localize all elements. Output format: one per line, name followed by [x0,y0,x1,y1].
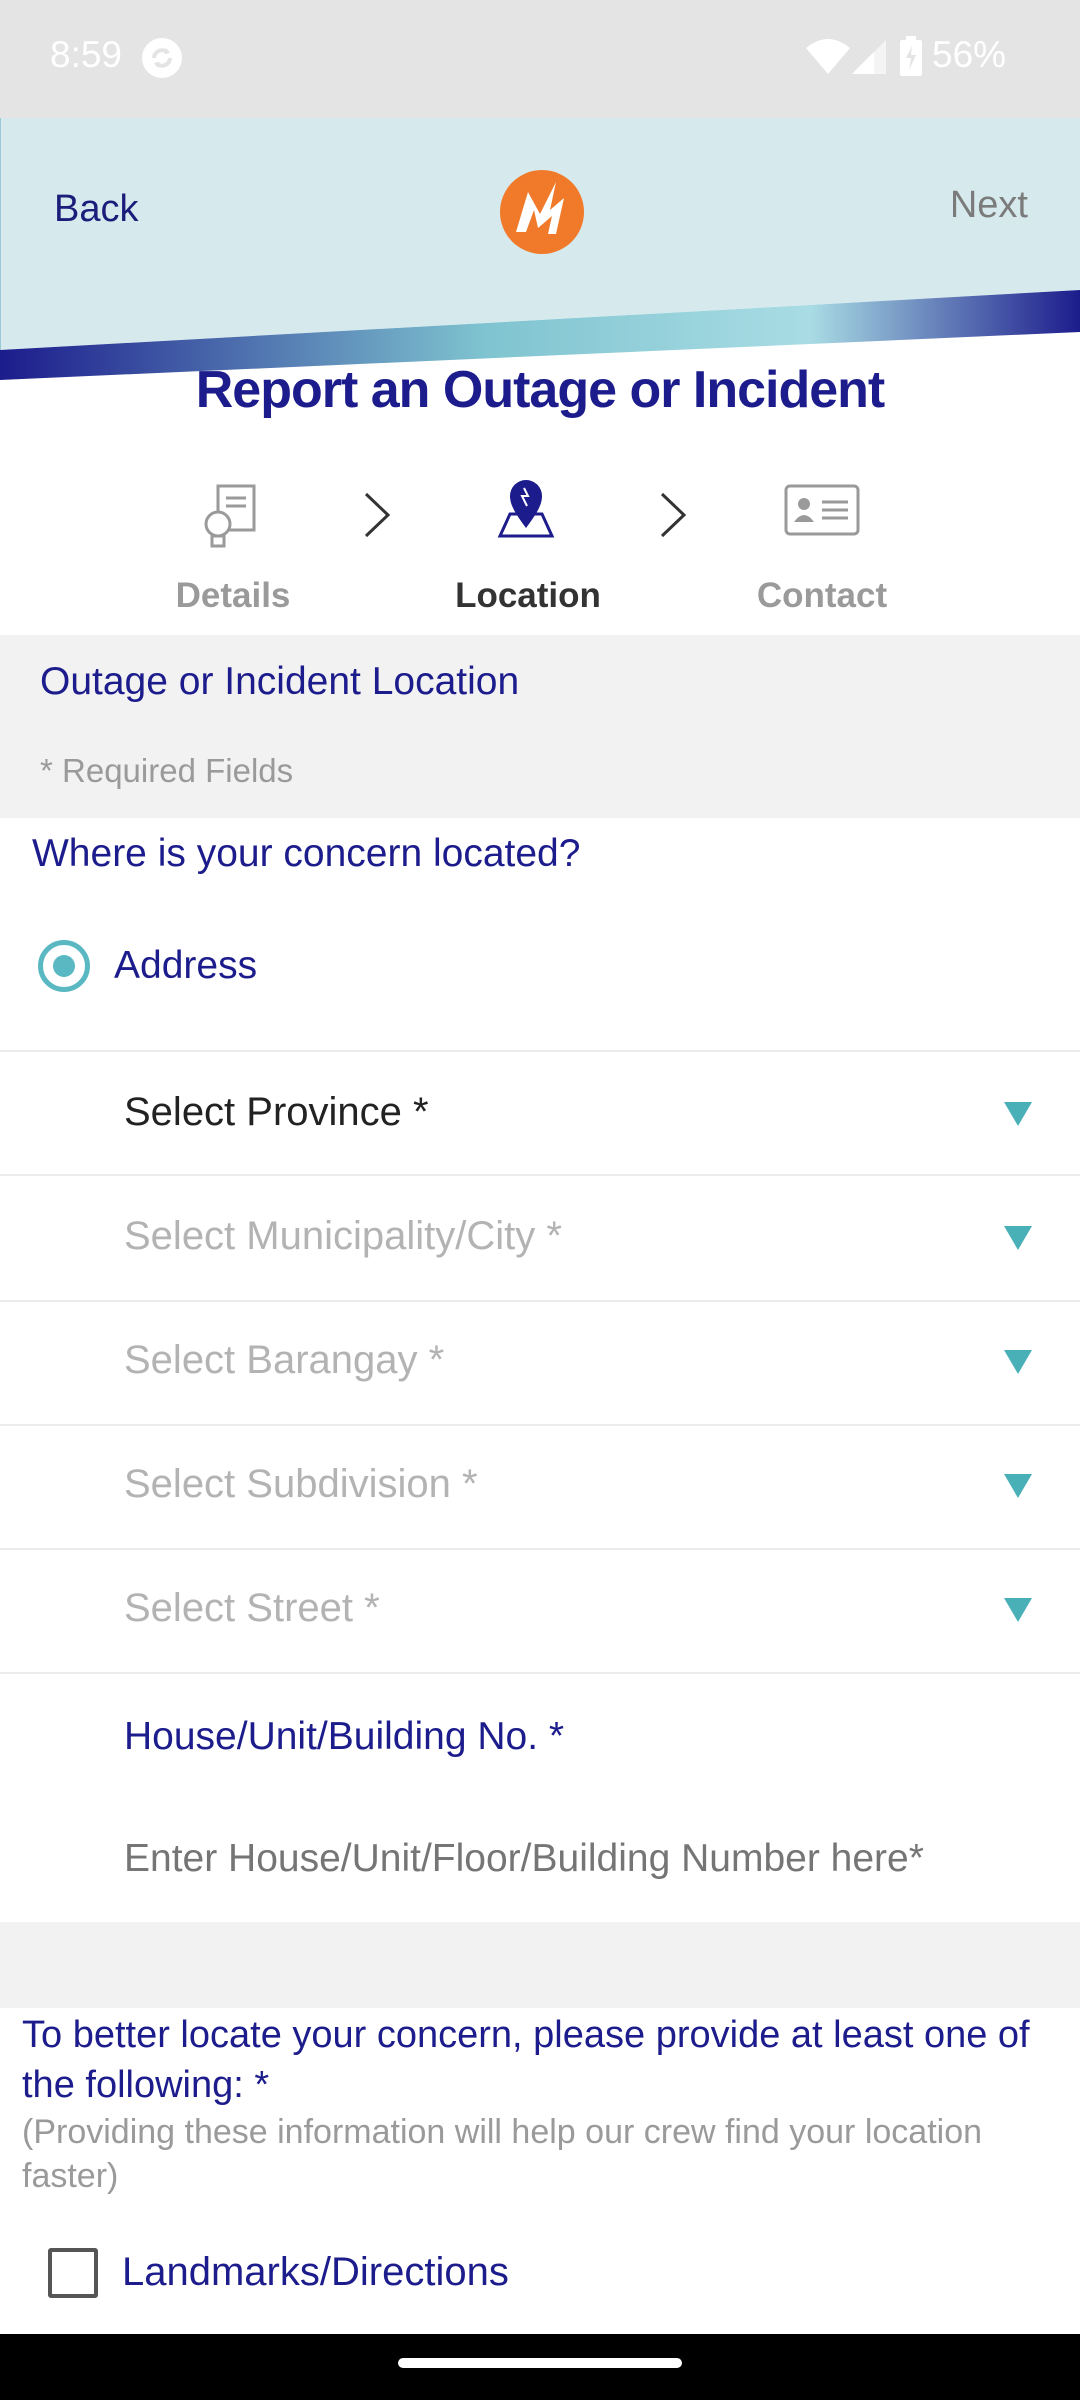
home-gesture-handle[interactable] [398,2358,682,2368]
step-contact-label: Contact [756,576,888,615]
required-fields-note: * Required Fields [40,752,294,789]
divider [0,1672,1080,1674]
page-title: Report an Outage or Incident [195,361,886,419]
section-spacer [0,1922,1080,2008]
municipality-select-label: Select Municipality/City * [124,1214,562,1258]
address-radio-label[interactable]: Address [114,944,257,988]
address-radio[interactable] [38,940,90,992]
province-select-label: Select Province * [124,1090,429,1134]
status-time: 8:59 [50,34,123,75]
barangay-select[interactable]: Select Barangay * [0,1302,1080,1424]
cellular-signal-icon [852,40,886,74]
landmarks-checkbox-label[interactable]: Landmarks/Directions [122,2250,509,2295]
dropdown-caret-icon [1004,1226,1032,1250]
chevron-right-icon [660,492,687,538]
next-button[interactable]: Next [950,184,1028,227]
back-button[interactable]: Back [54,188,138,231]
dropdown-caret-icon [1004,1350,1032,1374]
step-location-label: Location [455,576,601,615]
street-select[interactable]: Select Street * [0,1550,1080,1672]
contact-card-icon [784,484,860,536]
subdivision-select[interactable]: Select Subdivision * [0,1426,1080,1548]
locate-subtext: (Providing these information will help o… [22,2113,983,2195]
dropdown-caret-icon [1004,1102,1032,1126]
subdivision-select-label: Select Subdivision * [124,1462,478,1506]
street-select-label: Select Street * [124,1586,380,1630]
radio-selected-dot [53,955,75,977]
battery-icon [900,36,922,76]
location-question: Where is your concern located? [32,832,581,875]
landmarks-checkbox[interactable] [48,2248,98,2298]
province-select[interactable]: Select Province * [0,1052,1080,1174]
locate-instructions: To better locate your concern, please pr… [22,2014,1030,2106]
wifi-icon [806,39,850,74]
dropdown-caret-icon [1004,1598,1032,1622]
chevron-right-icon [364,492,391,538]
stepper: Details Location Contact [0,470,1080,630]
municipality-select[interactable]: Select Municipality/City * [0,1176,1080,1300]
document-bulb-icon [204,484,256,548]
dropdown-caret-icon [1004,1474,1032,1498]
meralco-logo [500,170,584,254]
sync-icon [142,38,182,78]
house-number-label: House/Unit/Building No. * [124,1715,565,1758]
step-details-label: Details [175,576,291,615]
status-bar: 8:59 56% [0,0,1080,118]
app-header: Back Next [0,118,1080,380]
battery-percentage: 56% [932,34,1007,75]
map-pin-icon [497,480,555,538]
section-title: Outage or Incident Location [40,660,520,703]
house-number-input[interactable] [124,1837,1054,1881]
barangay-select-label: Select Barangay * [124,1338,445,1382]
